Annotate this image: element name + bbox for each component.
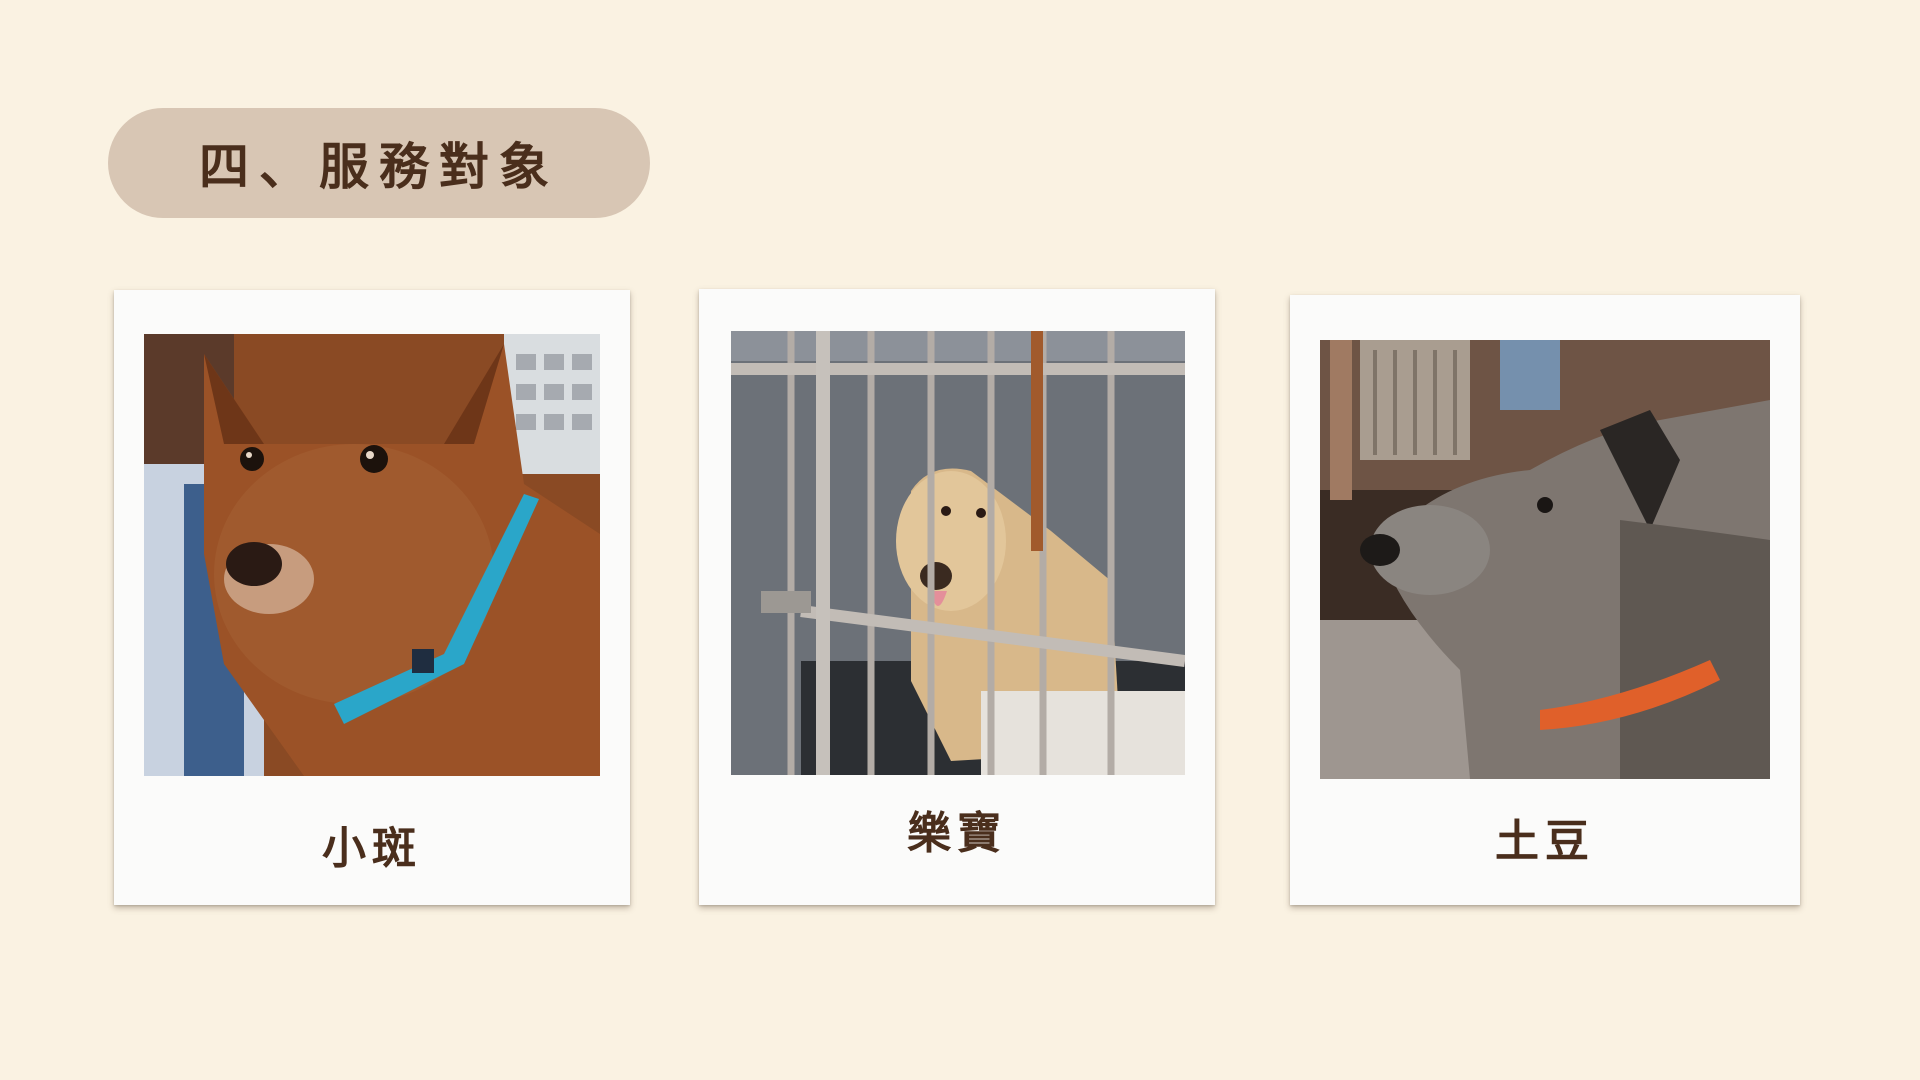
title-pill: 四、服務對象 [108, 108, 650, 218]
dog-name-caption-1: 小斑 [322, 823, 422, 874]
polaroid-card-2: 樂寶 [699, 289, 1215, 905]
dog-name-caption-3: 土豆 [1495, 816, 1595, 867]
dog-name-caption-2: 樂寶 [907, 808, 1007, 859]
slide: 四、服務對象 小斑 樂寶 土豆 [0, 0, 1920, 1080]
polaroid-card-1: 小斑 [114, 290, 630, 905]
dog-photo-3 [1320, 340, 1770, 779]
dog-photo-1 [144, 334, 600, 776]
dog-photo-2 [731, 331, 1185, 775]
polaroid-card-3: 土豆 [1290, 295, 1800, 905]
page-title: 四、服務對象 [199, 137, 559, 196]
